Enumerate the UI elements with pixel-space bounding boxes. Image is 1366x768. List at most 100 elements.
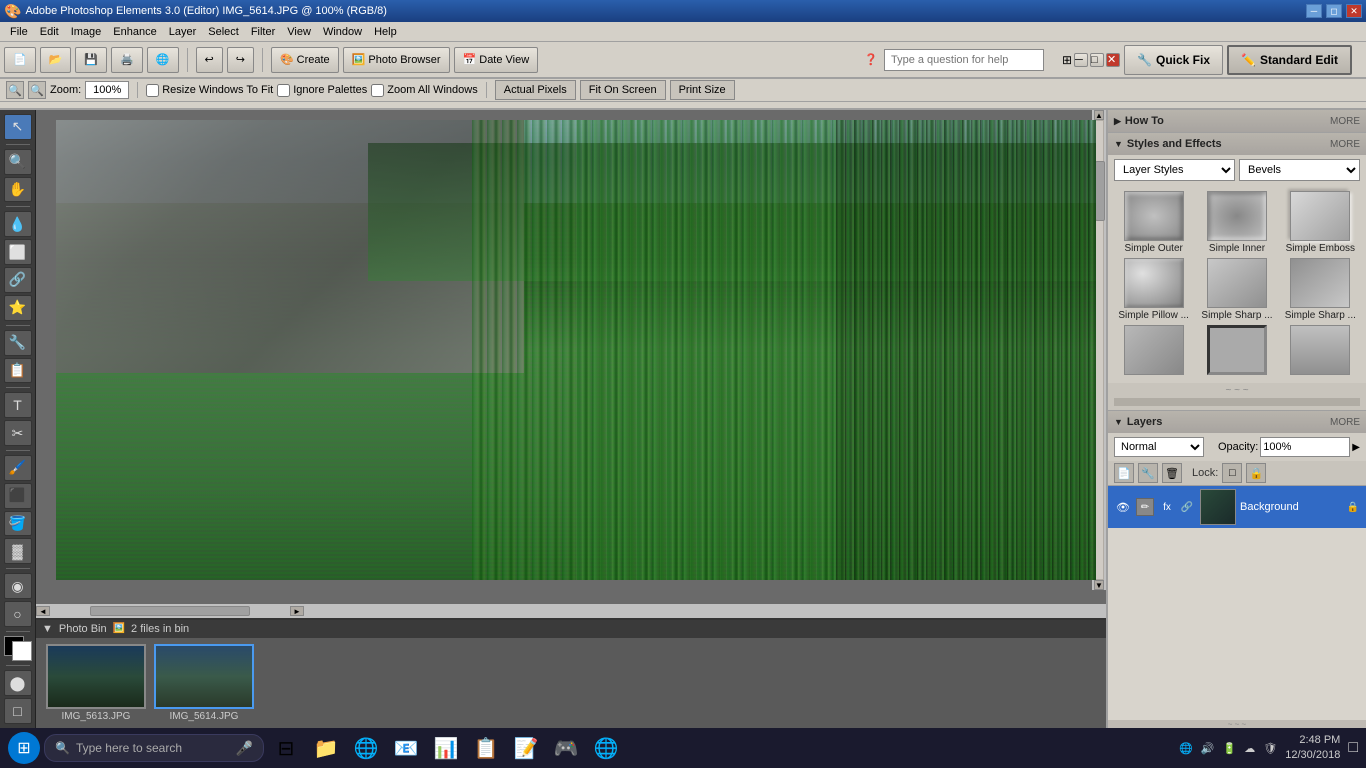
layers-header[interactable]: ▼ Layers MORE [1108, 411, 1366, 433]
print-size-btn[interactable]: Print Size [670, 80, 735, 100]
style-item-8[interactable] [1281, 325, 1360, 377]
styles-type-select[interactable]: Bevels Drop Shadows Glows [1239, 159, 1360, 181]
canvas-scroll-area[interactable]: ▲ ▼ [36, 110, 1106, 604]
photo-thumb-1[interactable]: IMG_5614.JPG [154, 644, 254, 722]
howto-header[interactable]: ▶ How To MORE [1108, 110, 1366, 132]
menu-enhance[interactable]: Enhance [107, 24, 162, 40]
style-item-7[interactable] [1197, 325, 1276, 377]
layer-edit-0[interactable]: ✏ [1136, 498, 1154, 516]
print-btn[interactable]: 🖨️ [111, 47, 143, 73]
eraser-tool[interactable]: ⬛ [4, 483, 32, 509]
search-bar[interactable]: 🔍 Type here to search 🎤 [44, 734, 264, 762]
dodge-tool[interactable]: ○ [4, 601, 32, 627]
taskbar-outlook[interactable]: 📧 [388, 730, 424, 766]
taskbar-chrome[interactable]: 🌐 [348, 730, 384, 766]
quick-mask-tool[interactable]: ⬤ [4, 670, 32, 696]
scroll-down-btn[interactable]: ▼ [1094, 580, 1104, 590]
styles-category-select[interactable]: Layer Styles Filters Photo Effects [1114, 159, 1235, 181]
resize-windows-check[interactable]: Resize Windows To Fit [146, 84, 273, 97]
bg-color[interactable] [12, 641, 32, 661]
fill-tool[interactable]: 🪣 [4, 511, 32, 537]
scroll-thumb-v[interactable] [1095, 161, 1105, 221]
gradient-tool[interactable]: ▓ [4, 538, 32, 564]
layers-more-btn[interactable]: MORE [1330, 417, 1360, 428]
screen-mode-tool[interactable]: □ [4, 698, 32, 724]
photo-browser-btn[interactable]: 🖼️ Photo Browser [343, 47, 450, 73]
help-input[interactable] [884, 49, 1044, 71]
menu-help[interactable]: Help [368, 24, 403, 40]
move-tool[interactable]: ↖ [4, 114, 32, 140]
scroll-up-btn[interactable]: ▲ [1094, 110, 1104, 120]
fit-on-screen-btn[interactable]: Fit On Screen [580, 80, 666, 100]
opacity-arrow[interactable]: ▶ [1352, 442, 1360, 453]
scroll-right-btn[interactable]: ► [290, 606, 304, 616]
close-btn[interactable]: ✕ [1346, 4, 1362, 18]
panel-max-btn[interactable]: □ [1090, 53, 1104, 67]
save-btn[interactable]: 💾 [75, 47, 107, 73]
photo-thumb-img-0[interactable] [46, 644, 146, 709]
taskbar-app9[interactable]: 🌐 [588, 730, 624, 766]
style-item-2[interactable]: Simple Emboss [1281, 191, 1360, 254]
photo-bin-expand[interactable]: ▼ [42, 623, 53, 635]
actual-pixels-btn[interactable]: Actual Pixels [495, 80, 576, 100]
new-btn[interactable]: 📄 [4, 47, 36, 73]
open-btn[interactable]: 📂 [40, 47, 72, 73]
layer-visibility-0[interactable]: 👁 [1114, 498, 1132, 516]
lock-transparent-btn[interactable]: □ [1222, 463, 1242, 483]
scroll-left-btn[interactable]: ◄ [36, 606, 50, 616]
menu-layer[interactable]: Layer [163, 24, 203, 40]
marquee-tool[interactable]: ⬜ [4, 239, 32, 265]
layer-delete-btn[interactable]: 🗑 [1162, 463, 1182, 483]
start-button[interactable]: ⊞ [8, 732, 40, 764]
layer-new-btn[interactable]: 📄 [1114, 463, 1134, 483]
blur-tool[interactable]: ◉ [4, 573, 32, 599]
standard-edit-btn[interactable]: ✏️ Standard Edit [1227, 45, 1352, 75]
styles-more-btn[interactable]: MORE [1330, 139, 1360, 150]
style-item-0[interactable]: Simple Outer [1114, 191, 1193, 254]
browser-btn[interactable]: 🌐 [147, 47, 179, 73]
clone-tool[interactable]: 📋 [4, 358, 32, 384]
quick-fix-btn[interactable]: 🔧 Quick Fix [1124, 45, 1223, 75]
scroll-thumb-h[interactable] [90, 606, 250, 616]
style-item-4[interactable]: Simple Sharp ... [1197, 258, 1276, 321]
redo-btn[interactable]: ↪ [227, 47, 254, 73]
ignore-palettes-check[interactable]: Ignore Palettes [277, 84, 367, 97]
text-tool[interactable]: T [4, 392, 32, 418]
lasso-tool[interactable]: 🔗 [4, 267, 32, 293]
layer-item-0[interactable]: 👁 ✏ fx 🔗 Background 🔒 [1108, 486, 1366, 528]
restore-btn[interactable]: ◻ [1326, 4, 1342, 18]
magic-wand-tool[interactable]: ⭐ [4, 295, 32, 321]
style-item-3[interactable]: Simple Pillow ... [1114, 258, 1193, 321]
menu-file[interactable]: File [4, 24, 34, 40]
styles-header[interactable]: ▼ Styles and Effects MORE [1108, 133, 1366, 155]
undo-btn[interactable]: ↩ [196, 47, 223, 73]
panel-resize-handle[interactable]: ~ ~ ~ [1108, 720, 1366, 728]
layer-adjust-btn[interactable]: 🔧 [1138, 463, 1158, 483]
blend-mode-select[interactable]: Normal [1114, 437, 1204, 457]
crop-tool[interactable]: ✂ [4, 420, 32, 446]
panel-close-btn[interactable]: ✕ [1106, 53, 1120, 67]
taskbar-taskview[interactable]: ⊟ [268, 730, 304, 766]
menu-filter[interactable]: Filter [245, 24, 281, 40]
style-item-6[interactable] [1114, 325, 1193, 377]
taskbar-word[interactable]: 📝 [508, 730, 544, 766]
taskbar-app8[interactable]: 🎮 [548, 730, 584, 766]
style-item-1[interactable]: Simple Inner [1197, 191, 1276, 254]
hand-tool[interactable]: ✋ [4, 177, 32, 203]
eyedropper-tool[interactable]: 💧 [4, 211, 32, 237]
menu-window[interactable]: Window [317, 24, 368, 40]
zoom-out-btn[interactable]: 🔍 [6, 81, 24, 99]
date-view-btn[interactable]: 📅 Date View [454, 47, 539, 73]
zoom-in-btn[interactable]: 🔍 [28, 81, 46, 99]
brush-tool[interactable]: 🖌️ [4, 455, 32, 481]
lock-all-btn[interactable]: 🔒 [1246, 463, 1266, 483]
menu-image[interactable]: Image [65, 24, 108, 40]
styles-scrollbar[interactable] [1114, 398, 1360, 406]
zoom-tool[interactable]: 🔍 [4, 149, 32, 175]
zoom-all-windows-check[interactable]: Zoom All Windows [371, 84, 477, 97]
taskbar-files[interactable]: 📁 [308, 730, 344, 766]
photo-thumb-0[interactable]: IMG_5613.JPG [46, 644, 146, 722]
taskbar-excel[interactable]: 📊 [428, 730, 464, 766]
photo-thumb-img-1[interactable] [154, 644, 254, 709]
horizontal-scrollbar[interactable]: ◄ ► [36, 604, 1106, 618]
